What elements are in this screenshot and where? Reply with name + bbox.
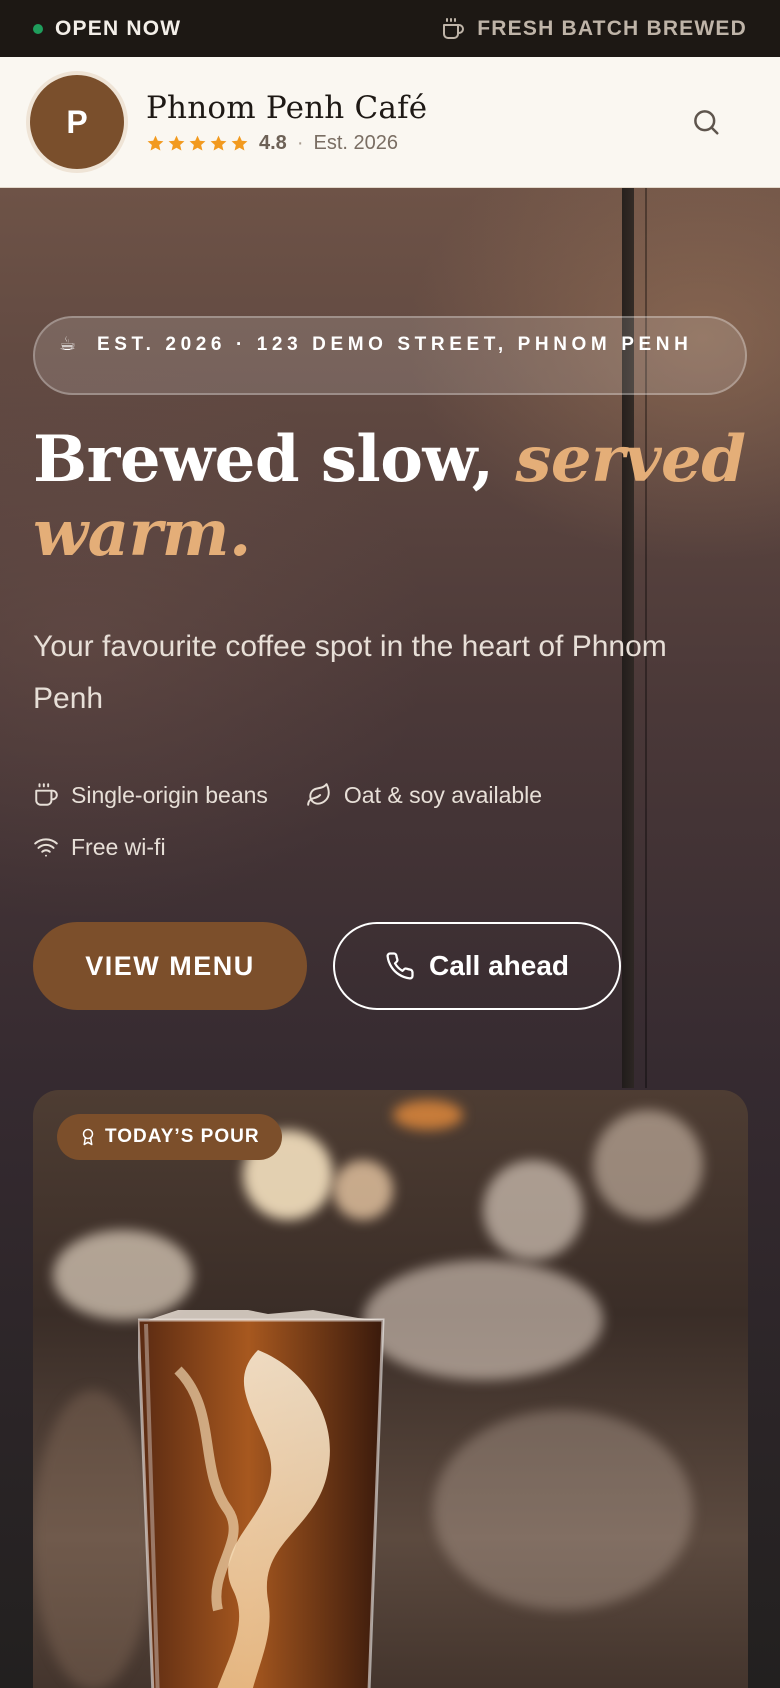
leaf-icon — [307, 783, 330, 806]
hero-headline: Brewed slow, served warm. — [33, 423, 753, 571]
established-label: Est. 2026 — [313, 131, 398, 154]
view-menu-button[interactable]: VIEW MENU — [33, 922, 307, 1010]
todays-pour-card[interactable]: TODAY’S POUR — [33, 1090, 748, 1688]
coffee-cup-icon — [443, 17, 465, 39]
rating-stars — [146, 134, 249, 153]
coffee-cup-icon — [35, 783, 58, 806]
badge-label: TODAY’S POUR — [105, 1126, 260, 1147]
open-status-label: OPEN NOW — [55, 16, 182, 40]
meta-separator: · — [296, 131, 304, 154]
feature-label: Free wi-fi — [71, 833, 166, 860]
call-ahead-button[interactable]: Call ahead — [333, 922, 621, 1010]
feature-list: Single-origin beans Oat & soy available … — [33, 780, 733, 862]
fresh-batch-label: FRESH BATCH BREWED — [477, 16, 747, 40]
feature-item: Single-origin beans — [33, 780, 268, 810]
brand-meta: 4.8 · Est. 2026 — [146, 132, 427, 155]
search-button[interactable] — [686, 102, 726, 142]
hero-tagline: Your favourite coffee spot in the heart … — [33, 630, 667, 715]
bokeh-light — [393, 1100, 463, 1130]
fresh-batch-status: FRESH BATCH BREWED — [441, 17, 747, 41]
hero-section: ☕ EST. 2026 · 123 DEMO STREET, PHNOM PENH… — [0, 188, 780, 1688]
feature-label: Oat & soy available — [343, 781, 543, 808]
feature-item: Free wi-fi — [33, 832, 166, 862]
open-indicator-dot — [33, 23, 43, 34]
feature-item: Oat & soy available — [306, 780, 542, 810]
bokeh-light — [593, 1110, 703, 1220]
brand: Phnom Penh Café 4.8 · Est. 2026 — [146, 90, 427, 155]
search-icon — [694, 110, 719, 135]
bokeh-light — [433, 1410, 693, 1610]
headline-plain: Brewed slow, — [33, 422, 494, 497]
bokeh-light — [333, 1160, 393, 1220]
star-icon — [147, 135, 164, 151]
address-text: EST. 2026 · 123 DEMO STREET, PHNOM PENH — [97, 334, 693, 355]
cafe-name[interactable]: Phnom Penh Café — [146, 90, 427, 126]
star-icon — [168, 135, 185, 151]
status-strip: OPEN NOW FRESH BATCH BREWED — [0, 0, 780, 57]
star-icon — [231, 135, 248, 151]
todays-pour-badge: TODAY’S POUR — [57, 1114, 282, 1160]
open-status: OPEN NOW — [33, 17, 181, 41]
award-icon — [82, 1128, 94, 1146]
call-ahead-label: Call ahead — [428, 950, 570, 981]
site-header: P Phnom Penh Café 4.8 · Est. 2026 — [0, 57, 780, 188]
bokeh-light — [363, 1260, 603, 1380]
avatar[interactable]: P — [30, 75, 124, 169]
coffee-cup-icon: ☕ — [59, 334, 81, 355]
wifi-icon — [34, 838, 58, 857]
bokeh-light — [33, 1390, 153, 1688]
iced-coffee-glass — [138, 1310, 385, 1688]
bokeh-light — [53, 1230, 193, 1320]
feature-label: Single-origin beans — [71, 781, 268, 808]
star-icon — [210, 135, 227, 151]
phone-icon — [386, 952, 414, 980]
rating-value: 4.8 — [259, 131, 287, 154]
address-pill: ☕ EST. 2026 · 123 DEMO STREET, PHNOM PENH — [33, 316, 747, 395]
star-icon — [189, 135, 206, 151]
bokeh-light — [483, 1160, 583, 1260]
